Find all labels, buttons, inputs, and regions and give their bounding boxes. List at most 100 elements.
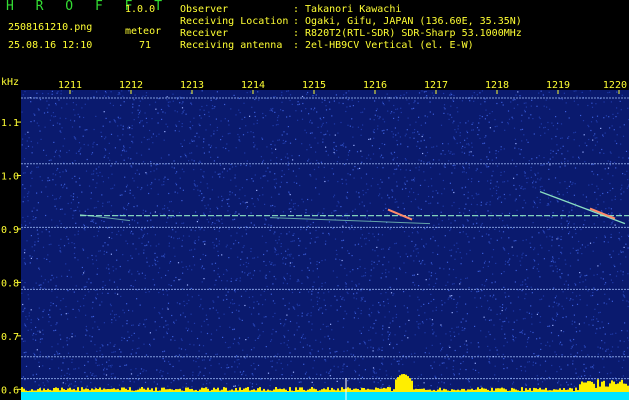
noise-dot xyxy=(426,318,428,321)
noise-dot xyxy=(59,250,61,252)
bottom-peak-bar xyxy=(177,389,179,392)
noise-dot xyxy=(549,158,551,160)
noise-dot xyxy=(133,99,135,101)
noise-dot xyxy=(138,237,140,239)
noise-dot xyxy=(239,127,241,129)
noise-dot xyxy=(162,208,164,210)
noise-dot xyxy=(172,336,174,338)
noise-dot xyxy=(148,192,150,195)
noise-dot xyxy=(306,314,308,316)
noise-dot xyxy=(448,274,450,276)
noise-dot xyxy=(467,191,469,193)
noise-dot xyxy=(395,316,397,318)
noise-dot xyxy=(443,104,446,106)
noise-dot xyxy=(370,275,372,277)
noise-dot xyxy=(34,381,36,383)
noise-dot xyxy=(84,229,86,231)
noise-dot xyxy=(279,318,281,320)
noise-dot xyxy=(126,323,128,325)
noise-dot xyxy=(311,213,313,215)
noise-dot xyxy=(38,330,40,332)
noise-dot xyxy=(108,142,110,144)
noise-dot xyxy=(270,293,272,295)
noise-dot xyxy=(21,338,23,340)
noise-dot xyxy=(624,322,626,324)
noise-dot xyxy=(218,363,220,365)
noise-dot xyxy=(296,329,298,331)
noise-dot xyxy=(409,124,411,126)
noise-dot xyxy=(548,250,550,252)
noise-dot xyxy=(346,313,348,315)
noise-dot xyxy=(548,204,550,206)
noise-dot xyxy=(500,273,503,275)
noise-dot xyxy=(583,370,585,372)
noise-dot xyxy=(373,131,375,134)
bottom-peak-bar xyxy=(343,389,345,392)
noise-dot xyxy=(217,255,219,257)
noise-dot xyxy=(593,135,595,137)
noise-dot xyxy=(592,163,595,165)
noise-dot xyxy=(149,343,151,345)
bottom-peak-bar xyxy=(199,389,201,392)
noise-dot xyxy=(436,145,438,147)
noise-dot xyxy=(208,111,210,113)
noise-dot xyxy=(65,313,67,315)
noise-dot xyxy=(196,185,198,187)
noise-dot xyxy=(79,126,81,128)
noise-dot xyxy=(382,325,384,327)
bottom-peak-bar xyxy=(171,389,173,392)
noise-dot xyxy=(505,260,507,262)
noise-dot xyxy=(203,268,205,270)
noise-dot xyxy=(71,242,73,244)
noise-dot xyxy=(480,330,482,332)
noise-dot xyxy=(189,249,191,251)
noise-dot xyxy=(39,176,41,178)
noise-dot xyxy=(433,298,435,301)
noise-dot xyxy=(435,306,437,308)
noise-dot xyxy=(287,164,289,166)
noise-dot xyxy=(22,201,24,203)
noise-dot xyxy=(151,118,153,120)
noise-dot xyxy=(521,332,523,334)
noise-dot xyxy=(407,311,409,313)
noise-dot xyxy=(602,271,604,273)
noise-dot xyxy=(286,153,288,155)
noise-dot xyxy=(87,98,89,101)
noise-dot xyxy=(215,309,217,311)
noise-dot xyxy=(181,339,183,341)
noise-dot xyxy=(537,312,539,314)
noise-dot xyxy=(163,184,165,186)
noise-dot xyxy=(130,232,132,234)
noise-dot xyxy=(221,218,223,220)
noise-dot xyxy=(453,137,455,139)
noise-dot xyxy=(214,106,216,108)
noise-dot xyxy=(379,116,381,118)
noise-dot xyxy=(216,91,218,93)
noise-dot xyxy=(234,291,236,293)
noise-dot xyxy=(622,291,625,293)
noise-dot xyxy=(226,244,228,246)
noise-dot xyxy=(515,94,517,96)
bottom-peak-bar xyxy=(449,390,451,392)
noise-dot xyxy=(242,134,245,136)
noise-dot xyxy=(620,250,622,252)
noise-dot xyxy=(483,142,486,144)
noise-dot xyxy=(622,157,624,159)
noise-dot xyxy=(67,318,69,320)
noise-dot xyxy=(244,195,246,197)
bottom-peak-bar xyxy=(183,390,185,392)
noise-dot xyxy=(180,369,182,372)
noise-dot xyxy=(591,102,593,104)
noise-dot xyxy=(191,296,193,298)
noise-dot xyxy=(275,178,277,180)
noise-dot xyxy=(531,323,533,325)
noise-dot xyxy=(474,325,476,327)
noise-dot xyxy=(578,323,580,325)
noise-dot xyxy=(588,126,590,128)
noise-dot xyxy=(120,351,122,353)
noise-dot xyxy=(291,291,294,294)
noise-dot xyxy=(249,306,251,308)
noise-dot xyxy=(474,297,476,299)
noise-dot xyxy=(87,257,89,259)
bottom-peak-bar xyxy=(195,389,197,392)
